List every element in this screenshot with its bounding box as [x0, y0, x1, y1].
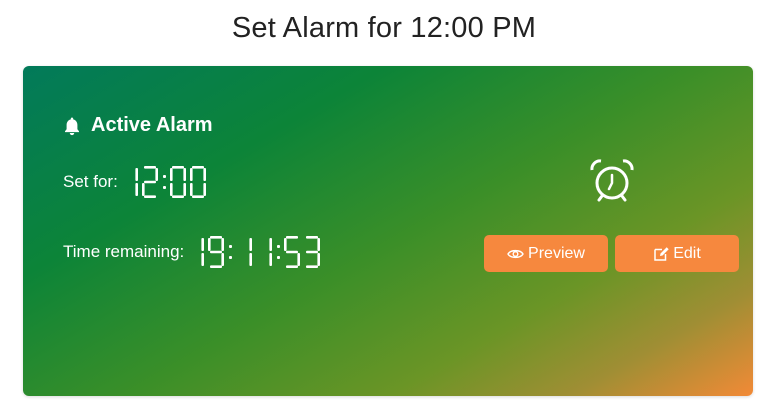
card-header: Active Alarm — [63, 114, 213, 137]
digit-colon — [229, 245, 233, 259]
edit-button[interactable]: Edit — [615, 235, 739, 272]
edit-label: Edit — [673, 244, 701, 262]
time-remaining-display — [188, 236, 324, 268]
preview-button[interactable]: Preview — [484, 235, 608, 272]
digit-colon — [162, 175, 166, 189]
page-title: Set Alarm for 12:00 PM — [231, 12, 537, 44]
bell-icon — [63, 116, 83, 136]
time-remaining-row: Time remaining: — [63, 236, 324, 268]
digit-5 — [284, 236, 301, 268]
alarm-clock-icon — [587, 156, 637, 206]
digit-0 — [189, 166, 206, 198]
time-remaining-label: Time remaining: — [63, 242, 185, 261]
digit-colon — [277, 245, 281, 259]
set-for-row: Set for: — [63, 166, 210, 198]
digit-3 — [304, 236, 321, 268]
active-alarm-card: Active Alarm Set for: Time remaining: Pr… — [23, 66, 753, 396]
set-for-label: Set for: — [63, 172, 118, 191]
preview-label: Preview — [528, 244, 585, 262]
digit-2 — [141, 166, 158, 198]
digit-1 — [256, 236, 273, 268]
eye-icon — [507, 249, 524, 258]
digit-1 — [188, 236, 205, 268]
set-for-time-display — [122, 166, 210, 198]
digit-9 — [208, 236, 225, 268]
digit-1 — [236, 236, 253, 268]
edit-icon — [654, 246, 669, 261]
digit-1 — [122, 166, 138, 198]
digit-0 — [169, 166, 186, 198]
card-title: Active Alarm — [91, 114, 213, 136]
